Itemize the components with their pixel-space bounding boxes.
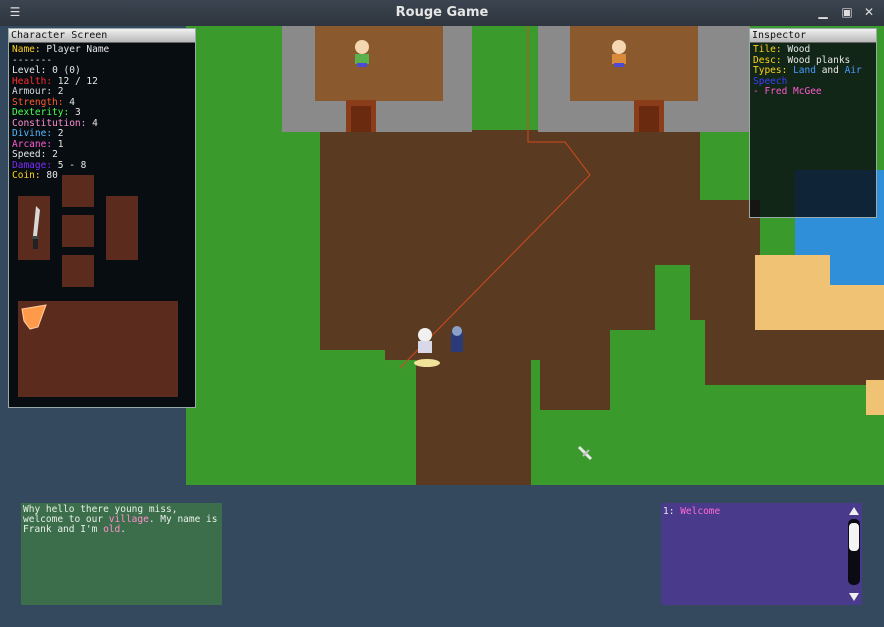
type-air: Air	[844, 65, 862, 76]
equip-slot-weapon[interactable]	[18, 196, 50, 260]
stat-value: 4	[69, 96, 75, 108]
name-value: Player Name	[46, 44, 110, 55]
scroll-thumb[interactable]	[849, 523, 859, 551]
scroll-up-icon[interactable]	[849, 507, 859, 515]
sand	[815, 285, 884, 330]
stat-value: 4	[92, 117, 98, 129]
sand	[866, 380, 884, 415]
character-screen-panel: Character Screen Name: Player Name -----…	[8, 28, 196, 408]
character-stats: Name: Player Name ------- Level: 0 (0) H…	[9, 43, 195, 184]
message-log: 1: Welcome	[661, 503, 846, 605]
stat-label: Coin:	[12, 170, 41, 181]
desc-value: Wood planks	[787, 54, 851, 66]
title-bar: ☰ Rouge Game ▁ ▣ ✕	[0, 0, 884, 26]
stat-value: 12 / 12	[57, 75, 98, 87]
minimize-icon[interactable]: ▁	[814, 3, 832, 21]
companion-character[interactable]	[451, 326, 463, 352]
desc-label: Desc:	[753, 54, 782, 66]
building-left	[282, 26, 472, 132]
stat-label: Armour:	[12, 86, 53, 97]
equip-slot-offhand[interactable]	[106, 196, 138, 260]
stat-value: 2	[57, 128, 64, 139]
equip-slot-legs[interactable]	[62, 255, 94, 287]
dagger-icon	[32, 206, 40, 249]
meat-item-icon	[21, 304, 47, 330]
log-scrollbar-graphic	[848, 507, 860, 601]
types-label: Types:	[753, 65, 788, 76]
character-screen-title: Character Screen	[9, 29, 195, 43]
name-row: Name: Player Name	[12, 44, 192, 56]
stat-value: 5 - 8	[57, 159, 87, 171]
tile-value: Wood	[787, 44, 811, 55]
stat-label: Dexterity:	[12, 107, 70, 118]
stat-value: 1	[57, 138, 64, 150]
log-index: 1:	[663, 506, 675, 517]
stat-label: Level:	[12, 65, 47, 76]
stat-row: Coin: 80	[12, 170, 192, 182]
dialog-text: .	[120, 524, 126, 535]
stat-value: 3	[74, 107, 81, 118]
dialog-box: Why hello there young miss, welcome to o…	[21, 503, 222, 605]
inspector-panel: Inspector Tile: Wood Desc: Wood planks T…	[749, 28, 877, 218]
stat-label: Constitution:	[12, 117, 87, 129]
stat-value: 0 (0)	[52, 65, 81, 76]
name-label: Name:	[12, 44, 41, 55]
close-icon[interactable]: ✕	[860, 3, 878, 21]
type-land: Land	[793, 65, 816, 76]
stat-label: Arcane:	[12, 138, 53, 150]
stat-label: Divine:	[12, 128, 53, 139]
types-and: and	[821, 65, 839, 76]
stat-value: 2	[57, 86, 64, 97]
maximize-icon[interactable]: ▣	[838, 3, 856, 21]
stat-value: 80	[46, 170, 58, 181]
stat-label: Speed:	[12, 149, 47, 160]
log-scrollbar[interactable]	[846, 503, 862, 605]
scroll-down-icon[interactable]	[849, 593, 859, 601]
tile-label: Tile:	[753, 44, 782, 55]
equip-slot-head[interactable]	[62, 175, 94, 207]
stat-label: Strength:	[12, 96, 64, 108]
inventory-box[interactable]	[18, 301, 178, 397]
entity-value: - Fred McGee	[753, 86, 822, 97]
stat-label: Damage:	[12, 159, 53, 171]
log-entry[interactable]: Welcome	[680, 506, 720, 517]
inspector-title: Inspector	[750, 29, 876, 43]
stat-value: 2	[52, 149, 58, 160]
equip-slot-body[interactable]	[62, 215, 94, 247]
window-title: Rouge Game	[395, 5, 489, 20]
types-row: Types: Land and Air	[753, 65, 873, 77]
stat-label: Health:	[12, 75, 53, 87]
dialog-highlight: old	[103, 524, 121, 535]
inspector-body: Tile: Wood Desc: Wood planks Types: Land…	[750, 43, 876, 100]
building-right	[538, 26, 750, 132]
